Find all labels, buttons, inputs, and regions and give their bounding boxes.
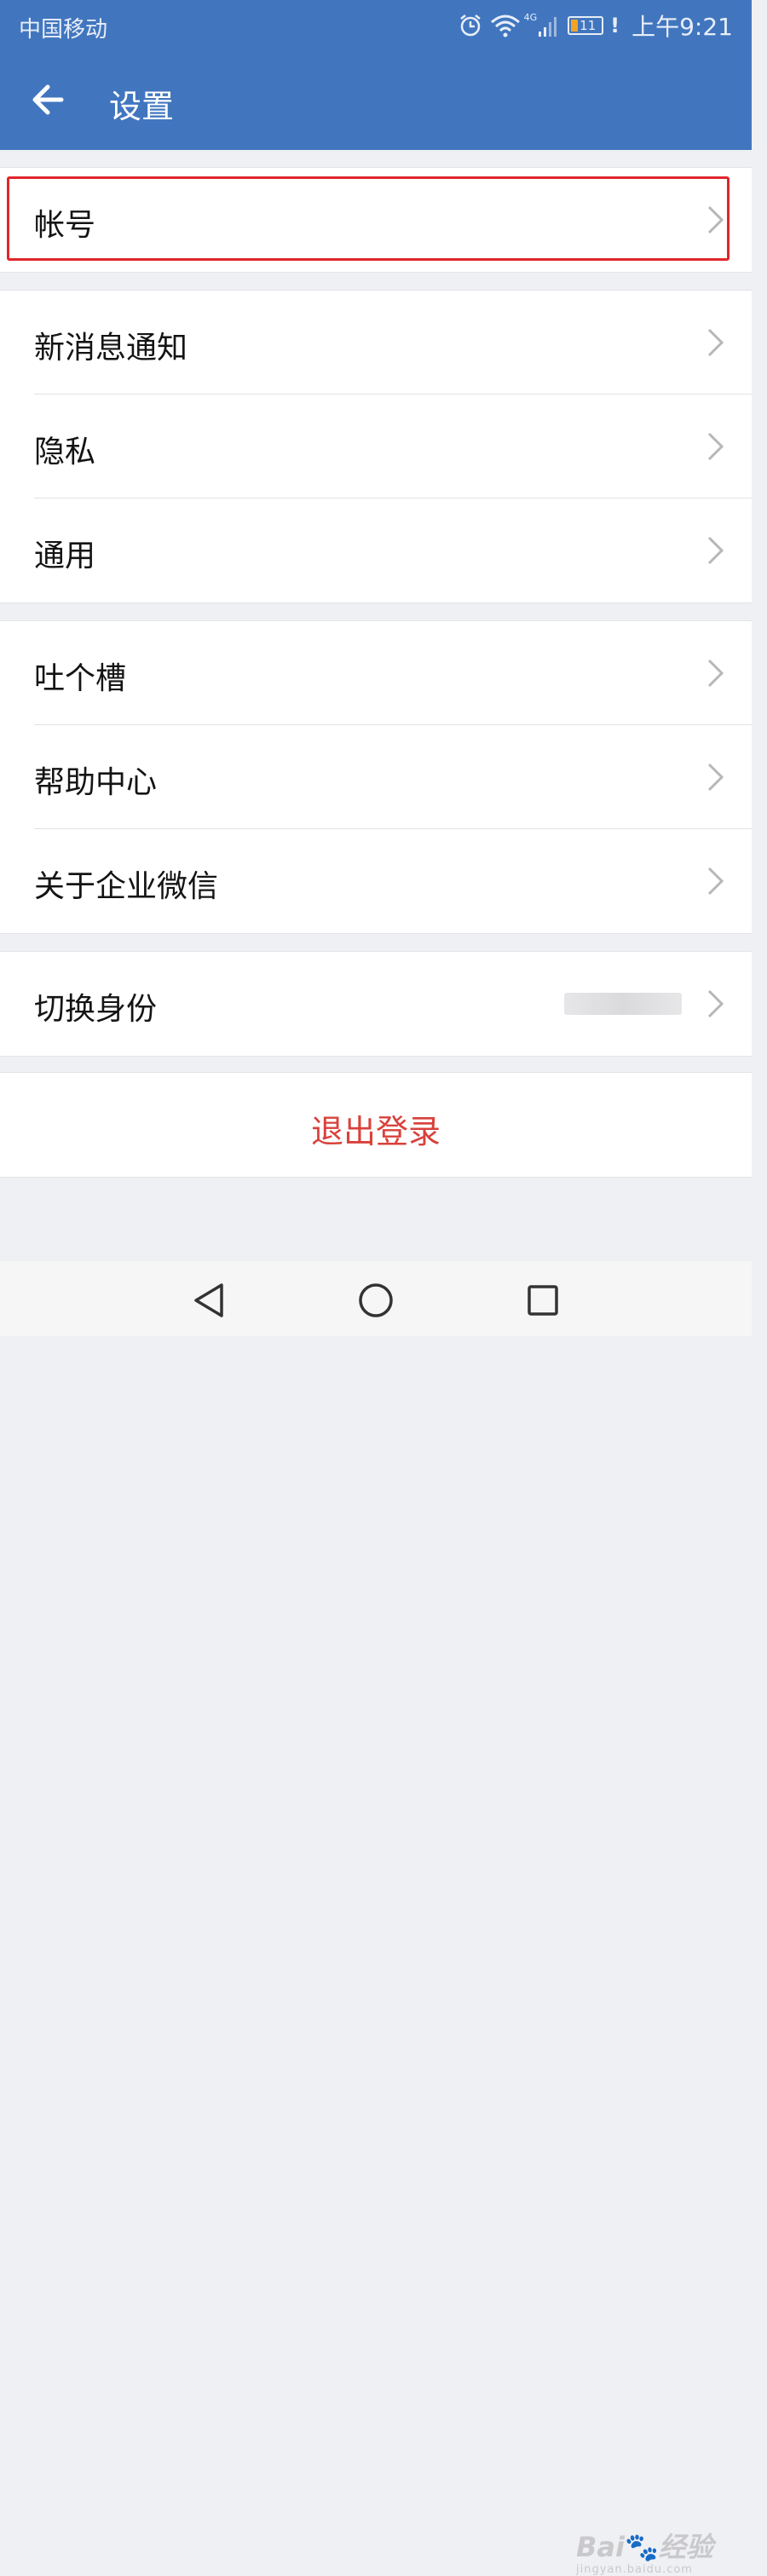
logout-button[interactable]: 退出登录 [0,1072,752,1178]
chevron-right-icon [707,328,724,357]
page-title: 设置 [109,88,175,125]
watermark-sub: jingyan.baidu.com [576,2563,693,2576]
watermark: Bai🐾经验 jingyan.baidu.com [576,2526,713,2576]
status-icons: 4G 11 ! 上午9:21 [458,9,733,43]
nav-recents-button[interactable] [519,1276,567,1324]
carrier-name: 中国移动 [19,17,108,43]
battery-percent: 11 [580,18,597,33]
settings-item-help-center[interactable]: 帮助中心 [0,725,752,829]
battery-alert: ! [610,14,620,37]
arrow-left-icon [32,84,64,115]
chevron-right-icon [707,432,724,461]
settings-item-general[interactable]: 通用 [0,498,752,602]
settings-item-new-message-notification[interactable]: 新消息通知 [0,291,752,395]
chevron-right-icon [707,989,724,1018]
blurred-identity-value [564,993,682,1015]
alarm-icon [459,14,481,37]
watermark-main2: 经验 [658,2531,713,2563]
settings-item-feedback[interactable]: 吐个槽 [0,621,752,725]
chevron-right-icon [707,763,724,792]
logout-label: 退出登录 [310,1113,441,1150]
battery-icon: 11 [568,16,604,35]
back-triangle-icon [194,1283,223,1317]
chevron-right-icon [707,536,724,565]
recents-square-icon [528,1285,558,1316]
back-button[interactable] [22,72,78,128]
highlight-box [7,176,730,261]
signal-icon [539,17,557,37]
battery-level [571,20,579,32]
settings-group-notifications: 新消息通知 隐私 通用 [0,290,752,603]
settings-item-label: 切换身份 [34,992,158,1027]
chevron-right-icon [707,659,724,688]
network-type: 4G [523,12,538,23]
settings-item-label: 帮助中心 [34,765,158,800]
settings-item-label: 新消息通知 [34,331,188,366]
clock: 上午9:21 [631,13,733,41]
settings-item-privacy[interactable]: 隐私 [0,395,752,498]
settings-item-label: 吐个槽 [34,661,127,696]
settings-item-label: 隐私 [34,435,96,470]
status-bar: 中国移动 4G 11 ! 上午9:21 [0,0,752,53]
settings-item-label: 关于企业微信 [34,869,219,904]
settings-group-identity: 切换身份 [0,951,752,1057]
paw-icon: 🐾 [624,2531,659,2563]
system-nav-bar: Bai🐾经验 jingyan.baidu.com [0,1261,752,2576]
chevron-right-icon [707,867,724,896]
nav-home-button[interactable] [352,1276,400,1324]
settings-group-support: 吐个槽 帮助中心 关于企业微信 [0,620,752,934]
app-toolbar: 设置 [0,53,752,150]
home-circle-icon [359,1283,393,1317]
wifi-icon [490,14,520,37]
settings-item-switch-identity[interactable]: 切换身份 [0,952,752,1056]
settings-item-label: 通用 [34,539,96,573]
settings-item-about[interactable]: 关于企业微信 [0,829,752,933]
nav-back-button[interactable] [186,1276,234,1324]
watermark-main: Bai [576,2531,625,2563]
